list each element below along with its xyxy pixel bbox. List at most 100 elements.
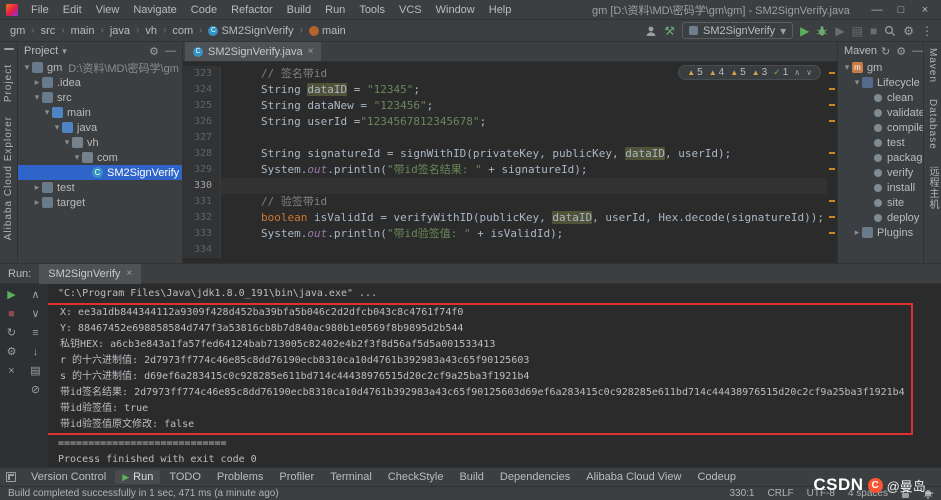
tree-item-package[interactable]: package [838,150,923,165]
code-line-326[interactable]: 326String userId ="1234567812345678"; [183,114,837,130]
tree-item-gm[interactable]: ▾mgm [838,60,923,75]
tree-toggle-icon[interactable]: ▾ [42,107,52,118]
menu-item-view[interactable]: View [89,4,127,16]
tree-item-test[interactable]: ▸test [18,180,182,195]
tree-item-deploy[interactable]: deploy [838,210,923,225]
breadcrumb-item-com[interactable]: com [170,25,195,37]
previous-problem-icon[interactable]: ∧ [794,68,800,77]
breadcrumb-item-src[interactable]: src [39,25,58,37]
tree-item-site[interactable]: site [838,195,923,210]
tree-item-compile[interactable]: compile [838,120,923,135]
warning-mark[interactable] [829,200,835,202]
editor-body[interactable]: 323// 签名带id324String dataID = "12345";32… [183,62,837,263]
more-options-icon[interactable]: ⋮ [921,24,933,38]
tree-toggle-icon[interactable]: ▾ [72,152,82,163]
inspections-widget[interactable]: ▲5▲4▲5▲3✓1∧∨ [678,65,821,80]
breadcrumb-item-vh[interactable]: vh [143,25,159,37]
stop-icon[interactable]: ■ [8,308,15,320]
tree-item-verify[interactable]: verify [838,165,923,180]
console-output[interactable]: "C:\Program Files\Java\jdk1.8.0_191\bin\… [48,284,941,467]
breadcrumb-item-main[interactable]: main [69,25,97,37]
tree-item-main[interactable]: ▾main [18,105,182,120]
user-icon[interactable] [645,25,657,37]
maven-refresh-icon[interactable]: ↻ [881,45,890,58]
warning-mark[interactable] [829,120,835,122]
tree-toggle-icon[interactable]: ▾ [22,62,32,73]
menu-item-build[interactable]: Build [280,4,318,16]
tree-toggle-icon[interactable]: ▸ [32,182,42,193]
run-tab[interactable]: SM2SignVerify × [39,264,141,284]
profiler-button[interactable]: ▤ [852,24,863,38]
code-line-330[interactable]: 330 [183,178,837,194]
code-line-324[interactable]: 324String dataID = "12345"; [183,82,837,98]
breadcrumb-item-gm[interactable]: gm [8,25,27,37]
tree-toggle-icon[interactable]: ▾ [62,137,72,148]
menu-item-navigate[interactable]: Navigate [126,4,183,16]
warning-mark[interactable] [829,232,835,234]
clear-all-icon[interactable]: ⊘ [31,384,40,396]
tree-item-src[interactable]: ▾src [18,90,182,105]
status-message[interactable]: Build completed successfully in 1 sec, 4… [8,488,279,499]
breadcrumb-item-java[interactable]: java [108,25,132,37]
tool-window-button-alibaba-cloud-view[interactable]: Alibaba Cloud View [579,470,688,484]
tool-window-button-run[interactable]: ▶Run [115,470,160,484]
tree-toggle-icon[interactable]: ▸ [852,227,862,238]
tool-window-button-todo[interactable]: TODO [162,470,208,484]
tree-item-clean[interactable]: clean [838,90,923,105]
panel-hide-icon[interactable]: — [165,45,176,58]
breadcrumb-item-main[interactable]: main [307,25,348,37]
error-stripe[interactable] [827,62,837,263]
restart-icon[interactable]: ↻ [7,327,16,339]
run-tab-close-icon[interactable]: × [126,268,132,279]
breadcrumb-item-sm2signverify[interactable]: CSM2SignVerify [206,25,295,37]
tree-toggle-icon[interactable]: ▾ [842,62,852,73]
menu-item-tools[interactable]: Tools [352,4,392,16]
tree-item-validate[interactable]: validate [838,105,923,120]
tree-item-gm[interactable]: ▾gmD:\资料\MD\密码学\gm [18,60,182,75]
inspection-warning-badge[interactable]: ▲5 [730,67,745,78]
stripe-button-远程主机[interactable]: 远程主机 [925,166,940,210]
menu-item-help[interactable]: Help [482,4,519,16]
menu-item-window[interactable]: Window [429,4,482,16]
project-stripe-icon[interactable] [4,48,14,50]
maximize-button[interactable]: □ [889,4,913,16]
settings-gear-icon[interactable]: ⚙ [903,24,914,38]
rerun-icon[interactable]: ▶ [7,289,15,301]
run-settings-icon[interactable]: ⚙ [7,346,17,358]
maven-hide-icon[interactable]: — [912,45,923,58]
tree-item-test[interactable]: test [838,135,923,150]
menu-item-code[interactable]: Code [184,4,224,16]
scroll-to-end-icon[interactable]: ↓ [33,346,39,358]
menu-item-edit[interactable]: Edit [56,4,89,16]
tree-item-vh[interactable]: ▾vh [18,135,182,150]
tool-window-button-codeup[interactable]: Codeup [690,470,743,484]
tree-toggle-icon[interactable]: ▸ [32,197,42,208]
inspection-warning-badge[interactable]: ▲4 [709,67,724,78]
tool-window-button-problems[interactable]: Problems [210,470,270,484]
code-line-328[interactable]: 328String signatureId = signWithID(priva… [183,146,837,162]
warning-mark[interactable] [829,88,835,90]
tool-window-button-terminal[interactable]: Terminal [323,470,379,484]
minimize-button[interactable]: — [865,4,889,16]
tool-window-button-version-control[interactable]: Version Control [24,470,113,484]
coverage-button[interactable]: ▶ [835,24,844,38]
tree-toggle-icon[interactable]: ▸ [32,77,42,88]
tree-item-lifecycle[interactable]: ▾Lifecycle [838,75,923,90]
tree-toggle-icon[interactable]: ▾ [32,92,42,103]
tree-item-java[interactable]: ▾java [18,120,182,135]
jump-up-icon[interactable]: ∧ [31,289,39,301]
menu-item-run[interactable]: Run [318,4,352,16]
run-button[interactable]: ▶ [800,24,809,38]
print-icon[interactable]: ▤ [30,365,40,377]
search-everywhere-icon[interactable] [884,25,896,37]
tree-item-plugins[interactable]: ▸Plugins [838,225,923,240]
caret-position[interactable]: 330:1 [729,488,754,499]
stripe-button-alibaba-cloud-explorer[interactable]: Alibaba Cloud Explorer [3,116,14,240]
editor-tab-sm2signverify[interactable]: C SM2SignVerify.java × [185,42,321,61]
tool-window-button-profiler[interactable]: Profiler [272,470,321,484]
tree-item-sm2signverify[interactable]: CSM2SignVerify [18,165,182,180]
warning-mark[interactable] [829,168,835,170]
inspection-ok-badge[interactable]: ✓1 [773,67,788,78]
code-line-331[interactable]: 331// 验签带id [183,194,837,210]
tree-item-install[interactable]: install [838,180,923,195]
